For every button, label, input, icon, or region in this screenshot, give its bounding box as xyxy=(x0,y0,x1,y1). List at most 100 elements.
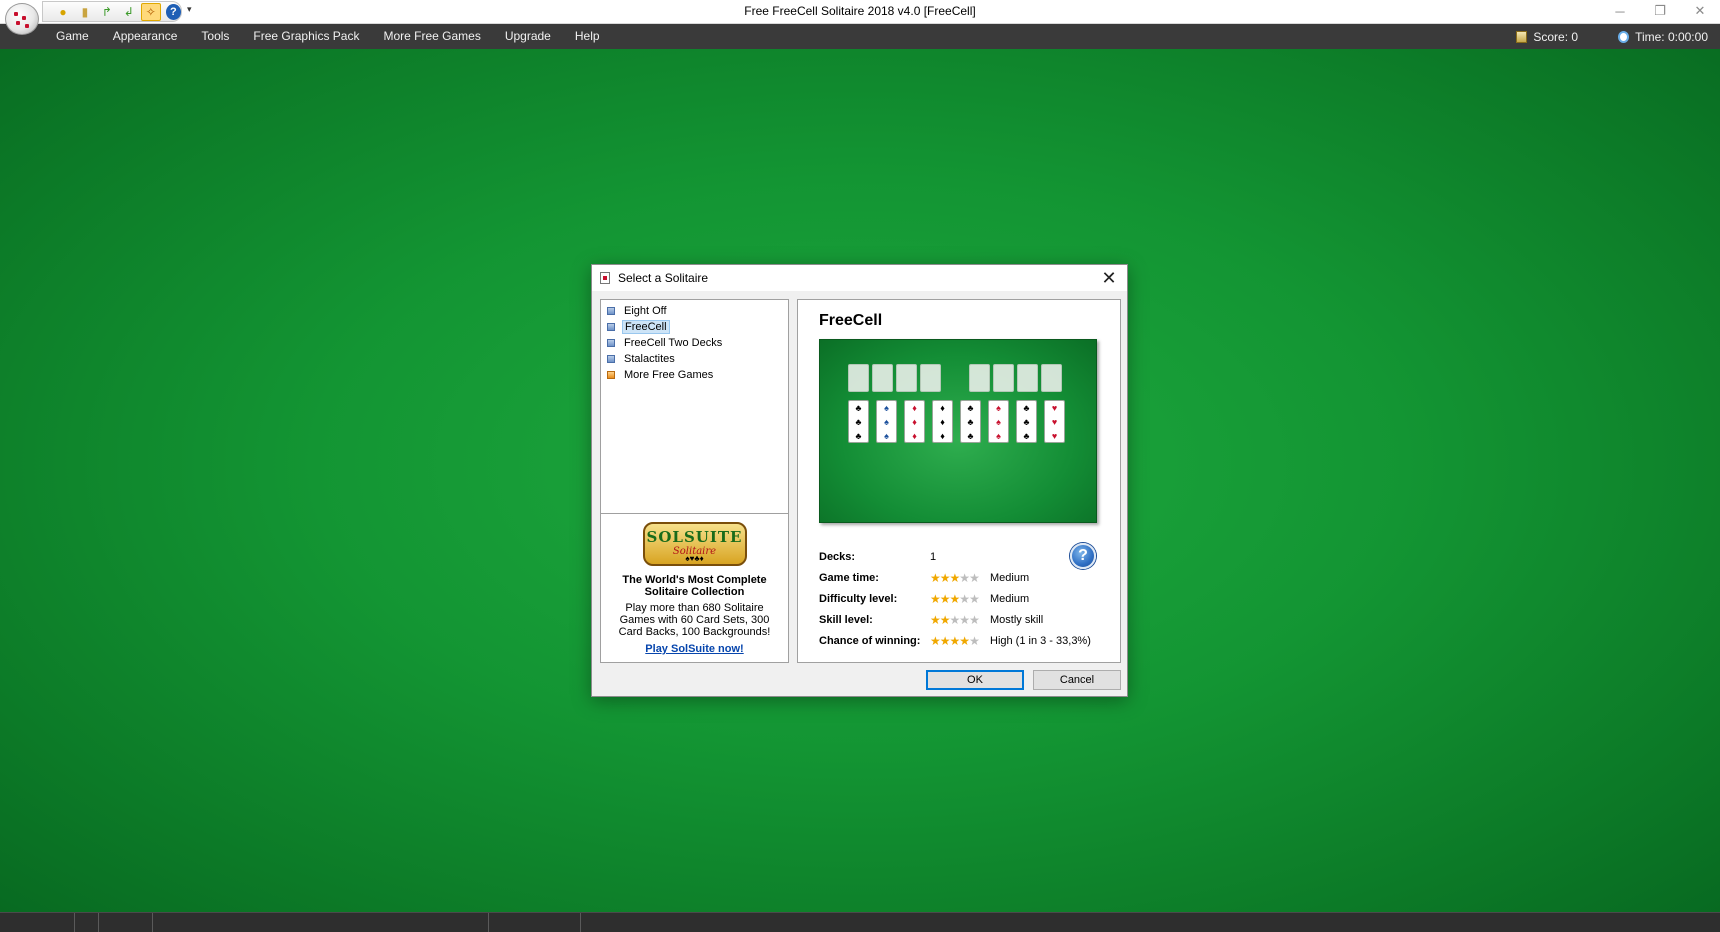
rating-stars: ★ ★ ★ ★ ★ xyxy=(930,572,990,584)
game-list-label: Eight Off xyxy=(624,305,667,317)
bottom-status-bar xyxy=(0,912,1720,932)
select-solitaire-dialog: Select a Solitaire ✕ Eight Off FreeCell Fr… xyxy=(591,264,1128,697)
game-list-label: FreeCell Two Decks xyxy=(624,337,723,349)
bottom-separator xyxy=(98,913,99,932)
game-list-label: More Free Games xyxy=(624,369,714,381)
menu-upgrade[interactable]: Upgrade xyxy=(493,24,563,49)
bottom-separator xyxy=(488,913,489,932)
info-label: Game time: xyxy=(819,572,879,584)
card-suit-icon: ♣ xyxy=(967,403,974,413)
rating-stars: ★ ★ ★ ★ ★ xyxy=(930,614,990,626)
card-suit-icon: ♣ xyxy=(855,431,862,441)
info-row: Difficulty level: ★ ★ ★ ★ ★ Medium xyxy=(819,592,1029,606)
foundation-slot xyxy=(1017,364,1038,392)
menu-help[interactable]: Help xyxy=(563,24,612,49)
tableau-card: ♣ ♣ ♣ xyxy=(848,400,869,443)
window-title: Free FreeCell Solitaire 2018 v4.0 [FreeC… xyxy=(744,4,976,18)
card-suit-icon: ♦ xyxy=(912,431,917,441)
game-details: FreeCell ♣ ♣ ♣ ♠ ♠ ♠ ♦ ♦ ♦ ♦ ♦ ♦ ♣ ♣ ♣ ♠ ♠ ♠ ♣ ♣ ♣ ♥ ♥ ♥ Decks:… xyxy=(797,299,1121,663)
dialog-close-button[interactable]: ✕ xyxy=(1097,267,1121,289)
tableau-card: ♦ ♦ ♦ xyxy=(932,400,953,443)
score-display: Score: 0 xyxy=(1516,30,1578,44)
card-suit-icon: ♠ xyxy=(996,417,1001,427)
promo-headline: The World's Most Complete Solitaire Coll… xyxy=(622,574,767,598)
menu-game[interactable]: Game xyxy=(44,24,101,49)
card-suit-icon: ♦ xyxy=(940,431,945,441)
cancel-button[interactable]: Cancel xyxy=(1033,670,1121,690)
info-label: Decks: xyxy=(819,551,856,563)
card-suit-icon: ♠ xyxy=(884,403,889,413)
solsuite-promo: SOLSUITE Solitaire ♠♥♣♦ The World's Most… xyxy=(600,513,789,663)
game-list-item[interactable]: FreeCell Two Decks xyxy=(601,335,788,351)
tableau-card: ♠ ♠ ♠ xyxy=(988,400,1009,443)
game-list-label: Stalactites xyxy=(624,353,675,365)
ok-button[interactable]: OK xyxy=(926,670,1024,690)
menu-bar: Game Appearance Tools Free Graphics Pack… xyxy=(0,24,1720,49)
time-display: Time: 0:00:00 xyxy=(1618,30,1708,44)
tableau-card: ♣ ♣ ♣ xyxy=(960,400,981,443)
app-menu-button[interactable] xyxy=(5,3,39,35)
info-value: Medium xyxy=(990,593,1030,605)
card-suit-icon: ♣ xyxy=(1023,417,1030,427)
star-icon: ★ xyxy=(969,571,980,585)
tableau-card: ♦ ♦ ♦ xyxy=(904,400,925,443)
info-value: High (1 in 3 - 33,3%) xyxy=(990,635,1091,647)
promo-body: Play more than 680 Solitaire Games with … xyxy=(618,602,771,638)
game-help-button[interactable]: ? xyxy=(1070,543,1096,569)
free-cell-slot xyxy=(896,364,917,392)
menu-more-free-games[interactable]: More Free Games xyxy=(371,24,492,49)
game-list: Eight Off FreeCell FreeCell Two Decks Stala… xyxy=(600,299,789,514)
foundation-slot xyxy=(1041,364,1062,392)
menu-appearance[interactable]: Appearance xyxy=(101,24,190,49)
info-label: Skill level: xyxy=(819,614,873,626)
star-icon: ★ xyxy=(969,613,980,627)
rating-stars: ★ ★ ★ ★ ★ xyxy=(930,593,990,605)
score-icon xyxy=(1516,30,1528,43)
info-row: Game time: ★ ★ ★ ★ ★ Medium xyxy=(819,571,1029,585)
bottom-separator xyxy=(152,913,153,932)
card-suit-icon: ♣ xyxy=(967,431,974,441)
bottom-separator xyxy=(74,913,75,932)
card-suit-icon: ♥ xyxy=(1051,403,1058,413)
free-cell-slot xyxy=(848,364,869,392)
star-icon: ★ xyxy=(969,634,980,648)
tableau-card: ♠ ♠ ♠ xyxy=(876,400,897,443)
close-button[interactable]: ✕ xyxy=(1680,0,1720,22)
card-suit-icon: ♠ xyxy=(996,403,1001,413)
solsuite-logo[interactable]: SOLSUITE Solitaire ♠♥♣♦ xyxy=(642,522,747,566)
info-label: Difficulty level: xyxy=(819,593,898,605)
menu-free-graphics-pack[interactable]: Free Graphics Pack xyxy=(241,24,371,49)
card-suit-icon: ♥ xyxy=(1051,417,1058,427)
card-suit-icon: ♠ xyxy=(996,431,1001,441)
play-solsuite-link[interactable]: Play SolSuite now! xyxy=(601,643,788,655)
window-controls: ─ ❐ ✕ xyxy=(1600,0,1720,22)
game-list-item[interactable]: FreeCell xyxy=(601,319,788,335)
foundation-slot xyxy=(969,364,990,392)
game-icon xyxy=(607,355,615,363)
menu-tools[interactable]: Tools xyxy=(189,24,241,49)
title-bar: ● ▮ ↱ ↲ ✧? ▾ Free FreeCell Solitaire 2018 v4… xyxy=(0,0,1720,35)
game-list-item[interactable]: Stalactites xyxy=(601,351,788,367)
foundation-slot xyxy=(993,364,1014,392)
info-value: 1 xyxy=(930,551,937,563)
game-list-item[interactable]: Eight Off xyxy=(601,303,788,319)
status-area: Score: 0 Time: 0:00:00 xyxy=(1516,24,1708,49)
score-text: Score: 0 xyxy=(1533,29,1579,44)
game-preview-image: ♣ ♣ ♣ ♠ ♠ ♠ ♦ ♦ ♦ ♦ ♦ ♦ ♣ ♣ ♣ ♠ ♠ ♠ ♣ ♣ ♣ ♥ ♥ ♥ xyxy=(819,339,1097,523)
info-row: Decks: 1 xyxy=(819,550,936,564)
free-cell-slot xyxy=(872,364,893,392)
minimize-button[interactable]: ─ xyxy=(1600,0,1640,22)
game-icon xyxy=(607,307,615,315)
restore-button[interactable]: ❐ xyxy=(1640,0,1680,22)
tableau-card: ♥ ♥ ♥ xyxy=(1044,400,1065,443)
info-row: Chance of winning: ★ ★ ★ ★ ★ High (1 in 3 - 33… xyxy=(819,634,1091,648)
card-suit-icon: ♣ xyxy=(855,403,862,413)
free-cell-slot xyxy=(920,364,941,392)
clock-icon xyxy=(1618,30,1630,43)
rating-stars: ★ ★ ★ ★ ★ xyxy=(930,635,990,647)
card-suit-icon: ♦ xyxy=(940,417,945,427)
tableau-card: ♣ ♣ ♣ xyxy=(1016,400,1037,443)
dialog-title: Select a Solitaire xyxy=(618,271,709,285)
game-list-item[interactable]: More Free Games xyxy=(601,367,788,383)
card-icon xyxy=(600,272,610,284)
